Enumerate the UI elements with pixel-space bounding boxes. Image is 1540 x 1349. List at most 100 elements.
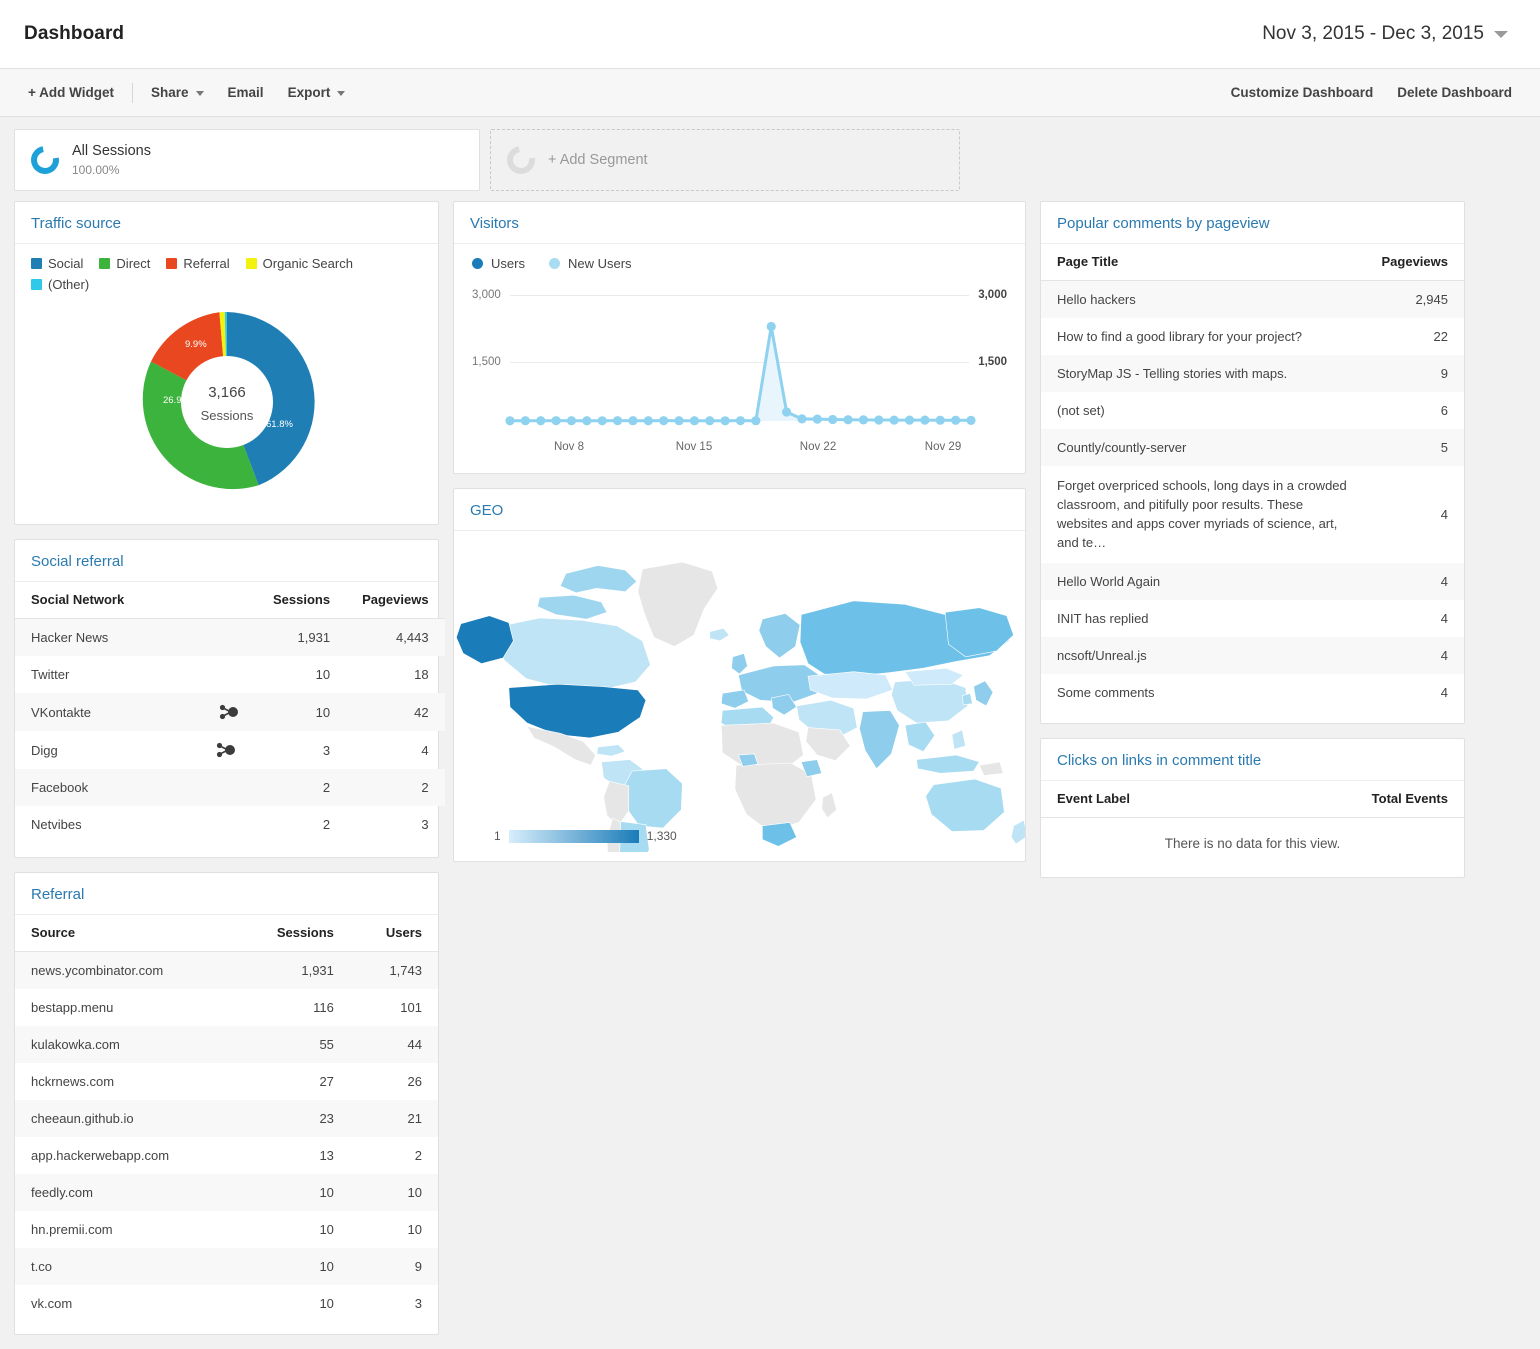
table-row[interactable]: bestapp.menu 116 101 xyxy=(15,989,438,1026)
legend-item-direct[interactable]: Direct xyxy=(99,256,150,271)
table-row[interactable]: cheeaun.github.io 23 21 xyxy=(15,1100,438,1137)
table-row[interactable]: Digg 3 4 xyxy=(15,731,445,769)
column-header-source[interactable]: Source xyxy=(15,915,235,952)
region-russia-east[interactable] xyxy=(944,607,1014,658)
data-point[interactable] xyxy=(766,321,776,332)
table-row[interactable]: VKontakte 10 42 xyxy=(15,693,445,731)
table-row[interactable]: Forget overpriced schools, long days in … xyxy=(1041,466,1464,563)
geo-map[interactable]: 1 1,330 xyxy=(454,531,1028,878)
region-australia[interactable] xyxy=(925,778,1005,832)
region-india[interactable] xyxy=(859,710,900,770)
data-point[interactable] xyxy=(520,416,530,426)
data-point[interactable] xyxy=(566,416,577,426)
column-header-sessions[interactable]: Sessions xyxy=(257,582,347,619)
data-point[interactable] xyxy=(735,416,746,426)
table-row[interactable]: Hello hackers 2,945 xyxy=(1041,280,1464,318)
data-point[interactable] xyxy=(643,416,653,426)
table-row[interactable]: (not set) 6 xyxy=(1041,392,1464,429)
email-button[interactable]: Email xyxy=(216,79,276,106)
region-philippines[interactable] xyxy=(951,729,966,750)
data-point[interactable] xyxy=(628,416,638,426)
region-united-kingdom[interactable] xyxy=(731,652,748,675)
region-central-asia[interactable] xyxy=(807,671,893,700)
data-point[interactable] xyxy=(935,415,945,425)
region-canada-arctic[interactable] xyxy=(559,565,638,594)
data-point[interactable] xyxy=(828,414,838,425)
customize-dashboard-button[interactable]: Customize Dashboard xyxy=(1219,79,1386,106)
region-mongolia[interactable] xyxy=(904,667,964,686)
data-point[interactable] xyxy=(582,416,592,426)
data-point[interactable] xyxy=(812,414,822,424)
table-row[interactable]: Hacker News 1,931 4,443 xyxy=(15,618,445,656)
region-new-zealand[interactable] xyxy=(1010,819,1028,845)
region-greenland[interactable] xyxy=(637,561,719,647)
column-header-event-label[interactable]: Event Label xyxy=(1041,781,1250,819)
data-point[interactable] xyxy=(689,416,699,426)
region-southeast-asia[interactable] xyxy=(904,721,936,752)
legend-item-other[interactable]: (Other) xyxy=(31,277,89,292)
data-point[interactable] xyxy=(904,415,915,425)
legend-item-referral[interactable]: Referral xyxy=(166,256,230,271)
data-point[interactable] xyxy=(612,416,623,426)
data-point[interactable] xyxy=(889,415,899,425)
data-point[interactable] xyxy=(551,416,561,426)
table-row[interactable]: app.hackerwebapp.com 13 2 xyxy=(15,1137,438,1174)
table-row[interactable]: Facebook 2 2 xyxy=(15,769,445,806)
region-madagascar[interactable] xyxy=(821,792,837,819)
data-point[interactable] xyxy=(966,415,976,425)
data-point[interactable] xyxy=(951,415,961,425)
data-point[interactable] xyxy=(782,407,792,417)
column-header-sessions[interactable]: Sessions xyxy=(234,915,350,952)
data-point[interactable] xyxy=(597,416,607,426)
table-row[interactable]: Some comments 4 xyxy=(1041,674,1464,711)
region-south-africa[interactable] xyxy=(762,822,798,847)
table-row[interactable]: INIT has replied 4 xyxy=(1041,600,1464,637)
table-row[interactable]: Twitter 10 18 xyxy=(15,656,445,693)
region-peru[interactable] xyxy=(603,780,630,827)
data-point[interactable] xyxy=(751,416,761,426)
data-point[interactable] xyxy=(843,415,853,425)
legend-item-users[interactable]: Users xyxy=(472,256,525,271)
table-row[interactable]: feedly.com 10 10 xyxy=(15,1174,438,1211)
region-brazil[interactable] xyxy=(623,768,683,829)
visitors-line-chart[interactable]: 3,000 1,500 3,000 1,500 xyxy=(466,281,1013,441)
region-caribbean[interactable] xyxy=(596,744,626,757)
region-iceland[interactable] xyxy=(709,627,730,642)
share-button[interactable]: Share xyxy=(139,79,216,106)
date-range-picker[interactable]: Nov 3, 2015 - Dec 3, 2015 xyxy=(1252,19,1516,49)
legend-item-new-users[interactable]: New Users xyxy=(548,256,632,271)
add-widget-button[interactable]: + Add Widget xyxy=(16,79,126,106)
region-canada[interactable] xyxy=(498,617,651,691)
table-row[interactable]: kulakowka.com 55 44 xyxy=(15,1026,438,1063)
data-point[interactable] xyxy=(920,415,930,425)
column-header-pageviews[interactable]: Pageviews xyxy=(1365,244,1464,281)
column-header-total-events[interactable]: Total Events xyxy=(1249,781,1464,819)
data-point[interactable] xyxy=(797,414,807,424)
region-korea[interactable] xyxy=(961,692,973,706)
table-row[interactable]: vk.com 10 3 xyxy=(15,1285,438,1322)
data-point[interactable] xyxy=(720,416,730,426)
region-papua[interactable] xyxy=(978,761,1004,776)
add-segment-button[interactable]: + Add Segment xyxy=(490,129,960,191)
column-header-pageviews[interactable]: Pageviews xyxy=(346,582,445,619)
table-row[interactable]: t.co 10 9 xyxy=(15,1248,438,1285)
table-row[interactable]: How to find a good library for your proj… xyxy=(1041,318,1464,355)
region-indonesia[interactable] xyxy=(916,754,980,774)
data-point[interactable] xyxy=(536,416,546,426)
data-point[interactable] xyxy=(505,416,515,426)
region-scandinavia[interactable] xyxy=(758,613,801,659)
data-point[interactable] xyxy=(705,416,715,426)
table-row[interactable]: StoryMap JS - Telling stories with maps.… xyxy=(1041,355,1464,392)
data-point[interactable] xyxy=(874,415,884,425)
table-row[interactable]: Netvibes 2 3 xyxy=(15,806,445,843)
column-header-users[interactable]: Users xyxy=(349,915,438,952)
delete-dashboard-button[interactable]: Delete Dashboard xyxy=(1385,79,1524,106)
table-row[interactable]: ncsoft/Unreal.js 4 xyxy=(1041,637,1464,675)
table-row[interactable]: hckrnews.com 27 26 xyxy=(15,1063,438,1100)
table-row[interactable]: hn.premii.com 10 10 xyxy=(15,1211,438,1248)
region-canada-arctic-2[interactable] xyxy=(536,594,608,620)
region-iberia[interactable] xyxy=(720,689,750,709)
region-sub-saharan-africa[interactable] xyxy=(734,762,817,832)
region-japan[interactable] xyxy=(973,680,994,707)
data-point[interactable] xyxy=(674,416,684,426)
